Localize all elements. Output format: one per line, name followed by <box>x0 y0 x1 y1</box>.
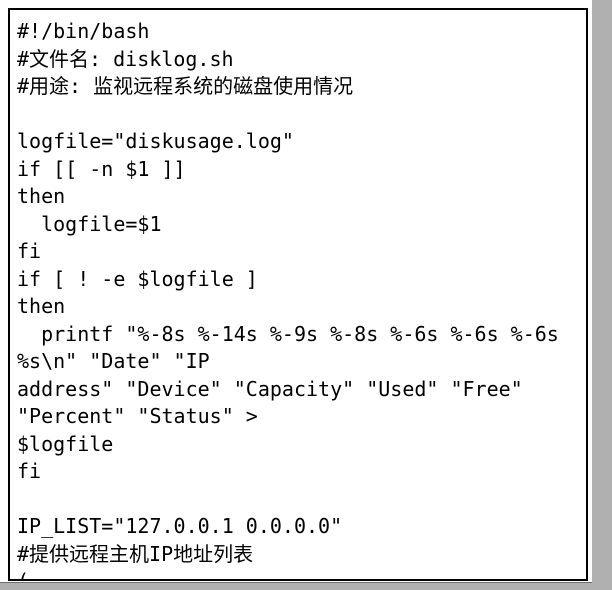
code-line: #!/bin/bash <box>17 19 150 43</box>
code-viewer-window: #!/bin/bash #文件名: disklog.sh #用途: 监视远程系统的磁… <box>0 0 612 590</box>
code-line: %s\n" "Date" "IP <box>17 349 210 373</box>
code-line: then <box>17 294 66 318</box>
code-line: "Percent" "Status" > <box>17 404 258 428</box>
code-line: if [ ! -e $logfile ] <box>17 266 258 291</box>
code-line: #文件名: disklog.sh <box>17 46 234 71</box>
code-line: logfile=$1 <box>17 211 162 236</box>
code-line: ( <box>17 569 30 581</box>
code-line: then <box>17 184 66 208</box>
code-line: if [[ -n $1 ]] <box>17 156 186 181</box>
code-line: address" "Device" "Capacity" "Used" "Fre… <box>17 376 523 401</box>
code-line: fi <box>17 239 42 263</box>
code-line: printf "%-8s %-14s %-9s %-8s %-6s %-6s %… <box>17 321 559 346</box>
code-line: logfile="diskusage.log" <box>17 129 294 153</box>
code-line: $logfile <box>17 431 114 456</box>
vertical-scrollbar[interactable] <box>592 0 612 590</box>
code-line: #提供远程主机IP地址列表 <box>17 541 254 566</box>
code-line: IP_LIST="127.0.0.1 0.0.0.0" <box>17 514 343 538</box>
code-line: fi <box>17 459 42 483</box>
code-box: #!/bin/bash #文件名: disklog.sh #用途: 监视远程系统的磁… <box>8 8 588 581</box>
code-listing: #!/bin/bash #文件名: disklog.sh #用途: 监视远程系统的磁… <box>10 10 586 581</box>
window-bottom-edge <box>0 582 592 590</box>
code-line: #用途: 监视远程系统的磁盘使用情况 <box>17 74 354 98</box>
